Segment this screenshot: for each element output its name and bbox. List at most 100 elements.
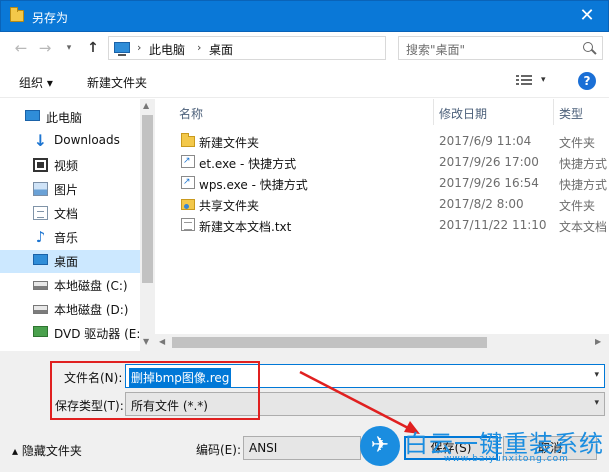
shortcut-icon (181, 155, 195, 168)
chevron-down-icon[interactable]: ▾ (594, 370, 599, 380)
text-file-icon (181, 218, 195, 231)
drive-icon (33, 305, 48, 314)
nav-item-videos[interactable]: 视频 (0, 154, 140, 177)
shared-folder-icon (181, 199, 195, 210)
file-name: 共享文件夹 (199, 199, 260, 213)
file-type: 文件夹 (559, 199, 596, 213)
file-date: 2017/8/2 8:00 (439, 197, 524, 211)
nav-item-label: DVD 驱动器 (E:) (54, 327, 146, 341)
drive-icon (33, 281, 48, 290)
file-type: 快捷方式 (559, 157, 608, 171)
file-date: 2017/11/22 11:10 (439, 218, 547, 232)
recent-locations-chevron-icon[interactable]: ▾ (60, 39, 78, 57)
nav-item-label: 此电脑 (46, 111, 83, 125)
hide-folders-label: 隐藏文件夹 (21, 444, 82, 458)
nav-item-drive-d[interactable]: 本地磁盘 (D:) (0, 298, 140, 321)
scroll-right-icon[interactable]: ▶ (595, 337, 601, 346)
table-row[interactable]: et.exe - 快捷方式 2017/9/26 17:00 快捷方式 (175, 152, 609, 173)
download-arrow-icon: ↓ (33, 131, 48, 150)
file-date: 2017/9/26 16:54 (439, 176, 539, 190)
folder-icon (10, 7, 24, 22)
encoding-select[interactable]: ANSI (243, 436, 361, 460)
table-row[interactable]: 共享文件夹 2017/8/2 8:00 文件夹 (175, 194, 609, 215)
file-type: 文本文档 (559, 220, 608, 234)
file-date: 2017/9/26 17:00 (439, 155, 539, 169)
chevron-down-icon[interactable]: ▾ (594, 398, 599, 408)
table-row[interactable]: 新建文件夹 2017/6/9 11:04 文件夹 (175, 131, 609, 152)
search-placeholder: 搜索"桌面" (406, 43, 466, 57)
chevron-down-icon[interactable]: ▾ (541, 75, 546, 85)
nav-scrollbar[interactable]: ▲ ▼ (140, 99, 155, 351)
column-divider[interactable] (553, 99, 554, 125)
table-row[interactable]: 新建文本文档.txt 2017/11/22 11:10 文本文档 (175, 215, 609, 236)
up-arrow-icon[interactable]: ↑ (84, 39, 102, 57)
nav-item-desktop[interactable]: 桌面 (0, 250, 140, 273)
nav-item-documents[interactable]: 文档 (0, 202, 140, 225)
nav-item-music[interactable]: ♪ 音乐 (0, 226, 140, 249)
horizontal-scrollbar[interactable]: ◀ ▶ (155, 334, 609, 351)
music-note-icon: ♪ (35, 228, 46, 246)
back-arrow-icon[interactable]: ← (12, 39, 30, 57)
nav-item-pictures[interactable]: 图片 (0, 178, 140, 201)
bird-logo-icon: ✈ (360, 426, 400, 466)
file-list: 名称 修改日期 类型 新建文件夹 2017/6/9 11:04 文件夹 et.e… (155, 99, 609, 351)
highlight-box (50, 361, 260, 420)
column-header-name[interactable]: 名称 (179, 105, 203, 122)
scroll-down-icon[interactable]: ▼ (143, 337, 149, 346)
nav-item-drive-c[interactable]: 本地磁盘 (C:) (0, 274, 140, 297)
computer-icon (114, 42, 130, 56)
view-options-icon[interactable] (516, 75, 532, 87)
document-icon (33, 206, 48, 220)
hide-folders-toggle[interactable]: ▴ 隐藏文件夹 (12, 442, 82, 459)
shortcut-icon (181, 176, 195, 189)
chevron-right-icon[interactable]: › (137, 41, 141, 54)
scrollbar-thumb[interactable] (142, 115, 153, 283)
nav-item-label: 音乐 (54, 231, 79, 245)
scrollbar-thumb[interactable] (172, 337, 487, 348)
nav-item-label: 文档 (54, 207, 79, 221)
breadcrumb-desktop[interactable]: 桌面 (209, 41, 233, 58)
search-input[interactable]: 搜索"桌面" (398, 36, 603, 60)
search-icon[interactable] (583, 42, 593, 52)
column-header-date[interactable]: 修改日期 (439, 105, 487, 122)
file-type: 文件夹 (559, 136, 596, 150)
navigation-pane: 此电脑 ↓ Downloads 视频 图片 文档 ♪ 音乐 桌面 本地磁盘 (C… (0, 99, 155, 351)
scroll-left-icon[interactable]: ◀ (159, 337, 165, 346)
column-header-type[interactable]: 类型 (559, 105, 583, 122)
nav-item-label: Downloads (54, 133, 120, 147)
column-divider[interactable] (433, 99, 434, 125)
command-bar: 组织 ▾ 新建文件夹 ▾ ? (0, 64, 609, 98)
video-icon (33, 158, 48, 172)
close-button[interactable]: ✕ (572, 3, 602, 29)
help-icon[interactable]: ? (578, 72, 596, 90)
window-title: 另存为 (32, 11, 69, 25)
forward-arrow-icon[interactable]: → (36, 39, 54, 57)
address-row: ← → ▾ ↑ › 此电脑 › 桌面 ▾ ↻ 搜索"桌面" (0, 32, 609, 64)
file-name: wps.exe - 快捷方式 (199, 178, 308, 192)
new-folder-button[interactable]: 新建文件夹 (87, 74, 147, 91)
watermark: ✈ 白云一键重装系统 www.baiyunxitong.com (360, 424, 609, 472)
table-row[interactable]: wps.exe - 快捷方式 2017/9/26 16:54 快捷方式 (175, 173, 609, 194)
nav-item-label: 桌面 (54, 255, 79, 269)
nav-item-label: 图片 (54, 183, 79, 197)
nav-item-label: 本地磁盘 (D:) (54, 303, 129, 317)
title-bar: 另存为 ✕ (0, 0, 609, 32)
file-name: et.exe - 快捷方式 (199, 157, 297, 171)
file-date: 2017/6/9 11:04 (439, 134, 532, 148)
scroll-up-icon[interactable]: ▲ (143, 101, 149, 110)
breadcrumb-this-pc[interactable]: 此电脑 (149, 41, 185, 58)
file-name: 新建文本文档.txt (199, 220, 292, 234)
nav-item-label: 本地磁盘 (C:) (54, 279, 128, 293)
nav-item-this-pc[interactable]: 此电脑 (0, 106, 140, 129)
nav-item-downloads[interactable]: ↓ Downloads (0, 130, 140, 153)
watermark-url: www.baiyunxitong.com (444, 454, 569, 464)
nav-item-dvd-drive[interactable]: DVD 驱动器 (E:) (0, 322, 145, 345)
encoding-label: 编码(E): (196, 443, 241, 457)
dvd-drive-icon (33, 326, 48, 337)
organize-button[interactable]: 组织 ▾ (19, 74, 53, 91)
chevron-up-icon: ▴ (12, 444, 22, 458)
file-name: 新建文件夹 (199, 136, 260, 150)
chevron-right-icon[interactable]: › (197, 41, 201, 54)
encoding-value: ANSI (249, 441, 278, 455)
address-bar[interactable]: › 此电脑 › 桌面 ▾ ↻ (108, 36, 486, 60)
